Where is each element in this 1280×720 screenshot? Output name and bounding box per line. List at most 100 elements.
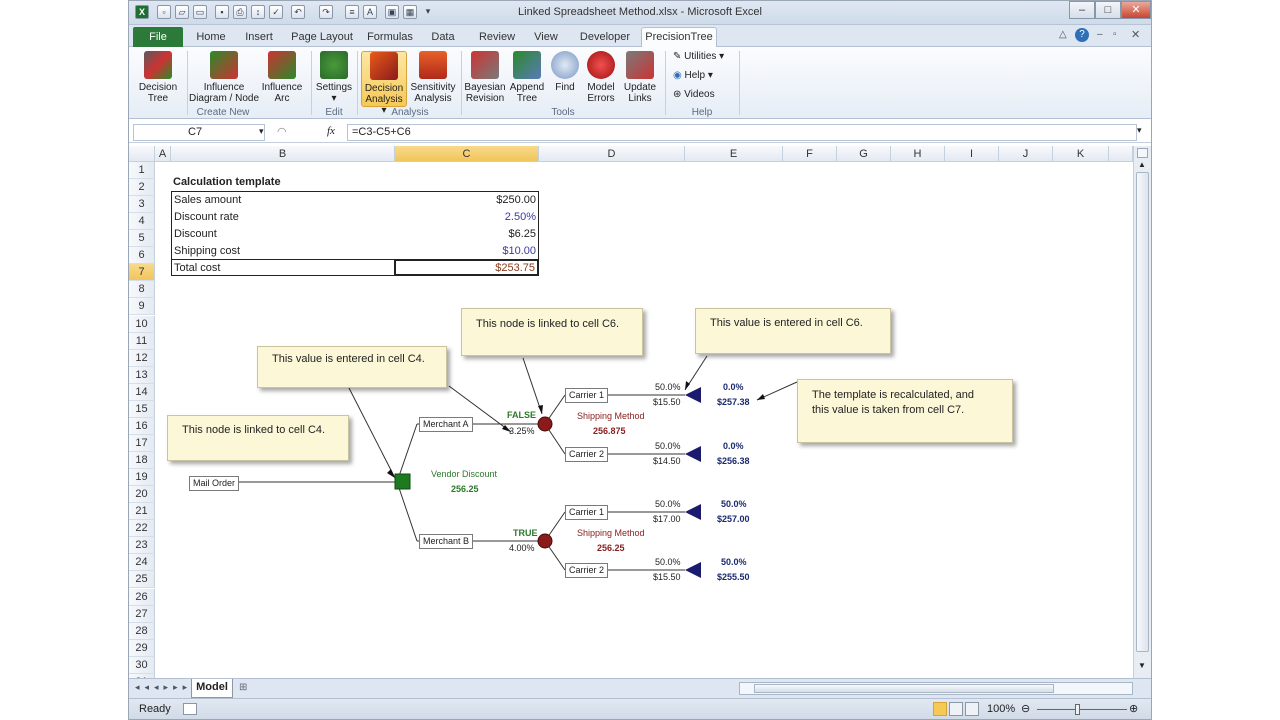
worksheet-grid[interactable]: A B C D E F G H I J K 1 2 3 4 5 6 7 8 9 10 11 12 13 1… [129, 146, 1151, 719]
end-prob: 50.0% [721, 557, 747, 567]
tab-page-layout[interactable]: Page Layout [289, 28, 355, 47]
branch-cost: $14.50 [653, 456, 681, 466]
end-value: $257.38 [717, 397, 750, 407]
tab-developer[interactable]: Developer [577, 28, 633, 47]
end-node-icon[interactable] [685, 446, 701, 462]
merchant-a-flag: FALSE [507, 410, 537, 420]
end-node-icon[interactable] [685, 387, 701, 403]
zoom-in-icon[interactable]: ⊕ [1129, 702, 1138, 715]
decision-tree-label2: Tree [147, 93, 169, 104]
tab-insert[interactable]: Insert [239, 28, 279, 47]
find-button[interactable]: Find [549, 51, 581, 93]
horizontal-scrollbar[interactable] [739, 682, 1133, 695]
tab-formulas[interactable]: Formulas [365, 28, 415, 47]
group-analysis: Analysis [391, 107, 429, 118]
merchant-a-label[interactable]: Merchant A [419, 417, 473, 432]
sensitivity-analysis-button[interactable]: Sensitivity Analysis [407, 51, 459, 104]
vertical-scrollbar[interactable]: ▲ ▼ [1133, 146, 1151, 678]
macro-record-icon[interactable] [183, 703, 197, 715]
branch-cost: $17.00 [653, 514, 681, 524]
sheet-tab-bar: ◂◂◂▸▸▸ Model ⊞ [129, 678, 1151, 698]
page-break-view-icon[interactable] [965, 702, 979, 716]
branch-carrier-2-b[interactable]: Carrier 2 [565, 563, 609, 578]
decision-tree-button[interactable]: Decision Tree [133, 51, 183, 104]
branch-prob: 50.0% [655, 499, 681, 509]
tab-home[interactable]: Home [189, 28, 233, 47]
branch-prob: 50.0% [655, 382, 681, 392]
formula-input[interactable]: =C3-C5+C6 [347, 124, 1137, 141]
chance-node-icon[interactable] [537, 533, 553, 549]
expand-formula-icon[interactable]: ▾ [1137, 125, 1142, 136]
zoom-slider-thumb[interactable] [1075, 704, 1080, 715]
root-node-label[interactable]: Mail Order [189, 476, 240, 491]
chance-node-icon[interactable] [537, 416, 553, 432]
workbook-restore-icon[interactable]: ▫ [1113, 29, 1117, 40]
tab-file[interactable]: File [133, 27, 183, 47]
decision-node-icon[interactable] [394, 473, 411, 490]
shipping-method-b-label: Shipping Method [577, 528, 645, 538]
help-menu-button[interactable]: ◉ Help ▾ [673, 70, 713, 81]
name-box[interactable]: C7 [133, 124, 265, 141]
decision-analysis-icon [370, 52, 398, 80]
film-icon: ⊛ [673, 89, 685, 100]
branch-prob: 50.0% [655, 557, 681, 567]
decision-analysis-button[interactable]: Decision Analysis ▾ [361, 51, 407, 116]
ribbon-minimize-icon[interactable]: △ [1059, 29, 1067, 40]
end-node-icon[interactable] [685, 562, 701, 578]
model-errors-button[interactable]: Model Errors [583, 51, 619, 104]
zoom-level[interactable]: 100% [987, 703, 1015, 715]
shipping-method-b-value: 256.25 [597, 543, 625, 553]
append-tree-button[interactable]: Append Tree [507, 51, 547, 104]
merchant-b-label[interactable]: Merchant B [419, 534, 474, 549]
group-edit: Edit [325, 107, 343, 118]
page-layout-view-icon[interactable] [949, 702, 963, 716]
scroll-down-icon[interactable]: ▼ [1138, 661, 1146, 670]
tab-review[interactable]: Review [475, 28, 519, 47]
end-value: $257.00 [717, 514, 750, 524]
zoom-out-icon[interactable]: ⊖ [1021, 702, 1030, 715]
group-help: Help [691, 107, 713, 118]
influence-diagram-button[interactable]: Influence Diagram / Node [187, 51, 261, 104]
decision-tree-label1: Decision [138, 82, 178, 93]
tab-view[interactable]: View [529, 28, 563, 47]
name-box-dropdown-icon[interactable]: ▾ [259, 126, 264, 137]
branch-carrier-2-a[interactable]: Carrier 2 [565, 447, 609, 462]
help-circle-icon: ◉ [673, 70, 685, 81]
tab-data[interactable]: Data [427, 28, 459, 47]
scroll-thumb[interactable] [1136, 172, 1149, 652]
close-button[interactable]: ✕ [1121, 1, 1151, 19]
magnifier-icon [551, 51, 579, 79]
insert-sheet-icon[interactable]: ⊞ [239, 682, 247, 693]
minimize-button[interactable]: – [1069, 1, 1095, 19]
update-links-button[interactable]: Update Links [621, 51, 659, 104]
formula-bar: C7 ▾ ◠ fx =C3-C5+C6 ▾ [129, 123, 1151, 143]
formula-resize-icon[interactable]: ◠ [277, 125, 287, 138]
workbook-close-icon[interactable]: ✕ [1131, 28, 1140, 41]
normal-view-icon[interactable] [933, 702, 947, 716]
zoom-slider[interactable] [1037, 709, 1127, 710]
split-handle-icon[interactable] [1137, 148, 1148, 158]
sheet-tab-model[interactable]: Model [191, 679, 233, 698]
horizontal-scroll-thumb[interactable] [754, 684, 1054, 693]
model-errors-label2: Errors [587, 93, 615, 104]
branch-carrier-1-b[interactable]: Carrier 1 [565, 505, 609, 520]
bayesian-revision-button[interactable]: Bayesian Revision [463, 51, 507, 104]
utilities-button[interactable]: ✎ Utilities ▾ [673, 51, 724, 62]
videos-button[interactable]: ⊛ Videos [673, 89, 715, 100]
help-icon[interactable]: ? [1075, 28, 1089, 42]
influence-diagram-label2: Diagram / Node [188, 93, 260, 104]
end-node-icon[interactable] [685, 504, 701, 520]
sheet-nav-arrows-icon[interactable]: ◂◂◂▸▸▸ [135, 682, 192, 693]
tab-precisiontree[interactable]: PrecisionTree [641, 27, 717, 48]
separator [739, 51, 740, 115]
workbook-minimize-icon[interactable]: – [1097, 29, 1103, 40]
insert-function-icon[interactable]: fx [327, 125, 335, 137]
end-prob: 0.0% [723, 441, 744, 451]
influence-arc-button[interactable]: Influence Arc [259, 51, 305, 104]
scroll-up-icon[interactable]: ▲ [1138, 160, 1146, 169]
separator [357, 51, 358, 115]
maximize-button[interactable]: □ [1095, 1, 1121, 19]
branch-carrier-1-a[interactable]: Carrier 1 [565, 388, 609, 403]
error-icon [587, 51, 615, 79]
settings-button[interactable]: Settings ▾ [313, 51, 355, 104]
